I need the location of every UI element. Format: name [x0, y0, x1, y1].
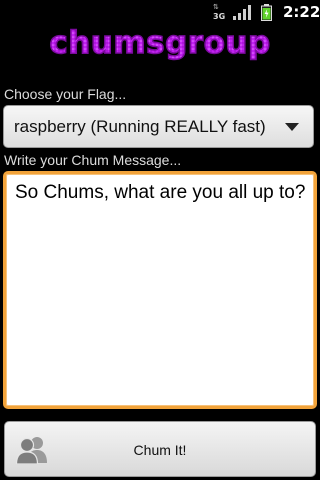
logo-text: chumsgroup: [49, 25, 270, 61]
network-type-label: 3G: [213, 12, 226, 21]
status-bar: ⇅ 3G 2:22: [0, 0, 320, 25]
message-label: Write your Chum Message...: [4, 152, 182, 168]
flag-spinner[interactable]: raspberry (Running REALLY fast): [3, 105, 314, 148]
chum-it-label: Chum It!: [133, 442, 187, 458]
chum-it-button[interactable]: Chum It!: [4, 421, 316, 477]
flag-label: Choose your Flag...: [4, 86, 127, 102]
signal-icon: [233, 5, 251, 20]
battery-icon: [261, 4, 272, 21]
chevron-down-icon: [285, 123, 299, 131]
flag-spinner-value: raspberry (Running REALLY fast): [14, 117, 266, 136]
message-input[interactable]: So Chums, what are you all up to?: [3, 171, 317, 409]
app-logo: chumsgroup: [0, 24, 320, 64]
clock: 2:22: [283, 3, 320, 21]
data-activity-icon: ⇅ 3G: [213, 3, 226, 21]
message-text: So Chums, what are you all up to?: [15, 182, 306, 203]
